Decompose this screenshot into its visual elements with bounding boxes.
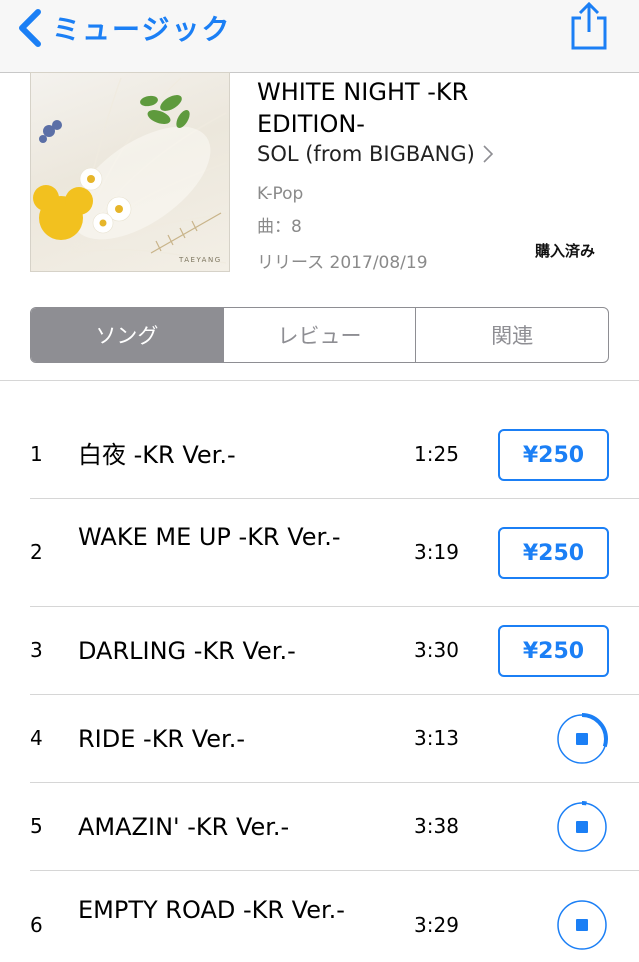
track-number: 6 [30, 913, 43, 937]
back-label: ミュージック [52, 13, 232, 46]
track-row[interactable]: 1 白夜 -KR Ver.- 1:25 ¥250 [0, 411, 639, 499]
track-title: RIDE -KR Ver.- [78, 725, 246, 753]
tab-reviews[interactable]: レビュー [222, 308, 416, 362]
artist-link[interactable]: SOL (from BIGBANG) [257, 142, 493, 166]
album-title: WHITE NIGHT -KR EDITION- [257, 78, 469, 138]
back-button[interactable]: ミュージック [14, 6, 231, 50]
stop-download-icon[interactable] [555, 712, 609, 766]
track-row[interactable]: 2 WAKE ME UP -KR Ver.- 3:19 ¥250 [0, 499, 639, 607]
track-number: 5 [30, 814, 43, 838]
track-row[interactable]: 5 AMAZIN' -KR Ver.- 3:38 [0, 783, 639, 871]
track-number: 2 [30, 540, 43, 564]
chevron-left-icon [19, 9, 41, 47]
track-duration: 1:25 [414, 442, 459, 466]
track-title: WAKE ME UP -KR Ver.- [78, 523, 341, 551]
navigation-bar: ミュージック [0, 0, 639, 73]
track-number: 4 [30, 726, 43, 750]
track-duration: 3:30 [414, 638, 459, 662]
tab-related[interactable]: 関連 [415, 308, 608, 362]
purchased-label: 購入済み [535, 242, 596, 260]
buy-price-button[interactable]: ¥250 [498, 527, 609, 579]
album-genre: K-Pop [257, 184, 304, 204]
track-duration: 3:19 [414, 540, 459, 564]
buy-price-button[interactable]: ¥250 [498, 429, 609, 481]
segmented-control: ソング レビュー 関連 [30, 307, 609, 363]
track-duration: 3:13 [414, 726, 459, 750]
album-artwork: TAEYANG [30, 72, 230, 272]
share-icon[interactable] [565, 0, 613, 52]
artist-name: SOL (from BIGBANG) [257, 142, 475, 166]
chevron-right-icon [483, 145, 493, 163]
track-title: EMPTY ROAD -KR Ver.- [78, 896, 345, 924]
track-count: 曲：8 [257, 217, 302, 237]
track-title: 白夜 -KR Ver.- [78, 441, 236, 469]
artwork-logo: TAEYANG [178, 256, 222, 264]
track-duration: 3:29 [414, 913, 459, 937]
stop-download-icon[interactable] [555, 898, 609, 952]
stop-download-icon[interactable] [555, 800, 609, 854]
track-row[interactable]: 6 EMPTY ROAD -KR Ver.- 3:29 [0, 871, 639, 962]
track-duration: 3:38 [414, 814, 459, 838]
release-date: リリース 2017/08/19 [257, 253, 428, 273]
track-title: DARLING -KR Ver.- [78, 637, 296, 665]
artwork-illustration: TAEYANG [33, 77, 227, 264]
section-divider [0, 380, 639, 381]
track-title: AMAZIN' -KR Ver.- [78, 813, 290, 841]
track-row[interactable]: 3 DARLING -KR Ver.- 3:30 ¥250 [0, 607, 639, 695]
tab-songs[interactable]: ソング [31, 308, 223, 362]
track-number: 3 [30, 638, 43, 662]
track-row[interactable]: 4 RIDE -KR Ver.- 3:13 [0, 695, 639, 783]
track-number: 1 [30, 442, 43, 466]
buy-price-button[interactable]: ¥250 [498, 625, 609, 677]
